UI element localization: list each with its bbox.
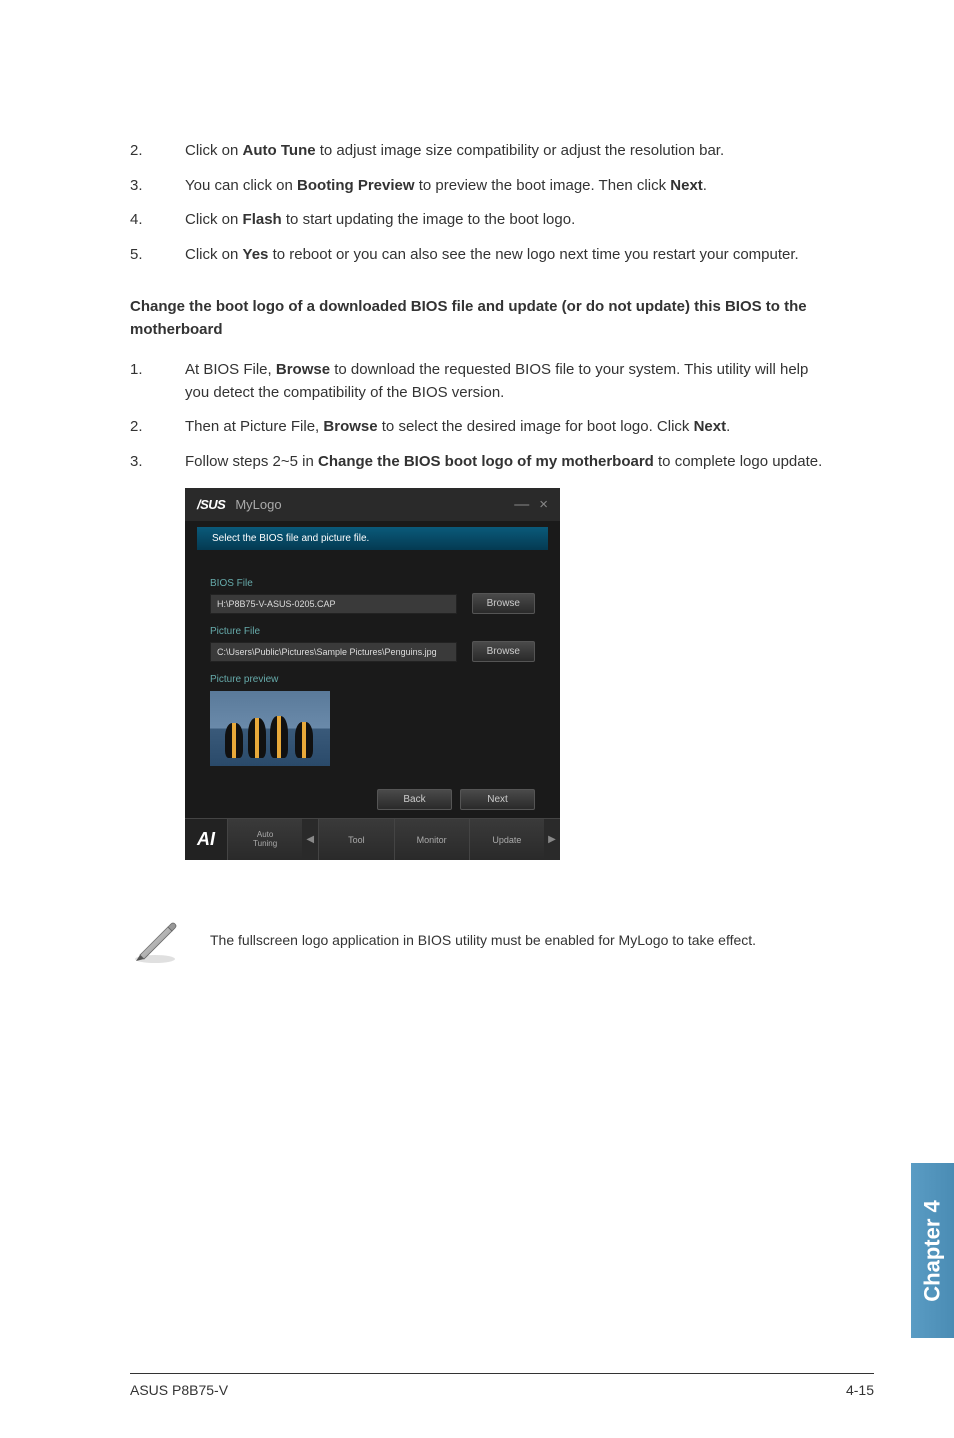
subheader: Select the BIOS file and picture file. xyxy=(197,527,548,550)
chapter-tab: Chapter 4 xyxy=(911,1163,954,1338)
pencil-icon xyxy=(130,915,180,965)
bios-file-label: BIOS File xyxy=(210,578,535,589)
section-heading: Change the boot logo of a downloaded BIO… xyxy=(130,296,836,341)
picture-preview xyxy=(210,691,330,766)
list-item: 3.You can click on Booting Preview to pr… xyxy=(130,175,836,198)
bios-browse-button[interactable]: Browse xyxy=(472,593,535,614)
close-icon[interactable]: × xyxy=(539,496,548,513)
footer-model: ASUS P8B75-V xyxy=(130,1382,228,1398)
bios-file-input[interactable]: H:\P8B75-V-ASUS-0205.CAP xyxy=(210,594,457,614)
arrow-right-icon[interactable]: ▶ xyxy=(544,819,560,860)
picture-file-input[interactable]: C:\Users\Public\Pictures\Sample Pictures… xyxy=(210,642,457,662)
list-item: 5.Click on Yes to reboot or you can also… xyxy=(130,244,836,267)
asus-logo: /SUS xyxy=(197,497,225,512)
note-box: The fullscreen logo application in BIOS … xyxy=(130,915,836,965)
picture-preview-label: Picture preview xyxy=(210,674,535,685)
note-text: The fullscreen logo application in BIOS … xyxy=(210,932,756,948)
ai-logo: AI xyxy=(185,819,227,860)
mylogo-screenshot: /SUS MyLogo — × Select the BIOS file and… xyxy=(185,488,560,860)
picture-browse-button[interactable]: Browse xyxy=(472,641,535,662)
footer-page-number: 4-15 xyxy=(846,1382,874,1398)
window-title: MyLogo xyxy=(235,497,514,512)
list-item: 3.Follow steps 2~5 in Change the BIOS bo… xyxy=(130,451,836,474)
numbered-list-1: 2.Click on Auto Tune to adjust image siz… xyxy=(130,140,836,266)
list-item: 1.At BIOS File, Browse to download the r… xyxy=(130,359,836,404)
window-titlebar: /SUS MyLogo — × xyxy=(185,488,560,521)
list-item: 4.Click on Flash to start updating the i… xyxy=(130,209,836,232)
tab-auto-tuning[interactable]: Auto Tuning xyxy=(227,819,302,860)
picture-file-label: Picture File xyxy=(210,626,535,637)
back-button[interactable]: Back xyxy=(377,789,452,810)
numbered-list-2: 1.At BIOS File, Browse to download the r… xyxy=(130,359,836,473)
list-item: 2.Then at Picture File, Browse to select… xyxy=(130,416,836,439)
tab-update[interactable]: Update xyxy=(469,819,544,860)
page-footer: ASUS P8B75-V 4-15 xyxy=(130,1373,874,1398)
minimize-icon[interactable]: — xyxy=(514,496,529,513)
next-button[interactable]: Next xyxy=(460,789,535,810)
tab-monitor[interactable]: Monitor xyxy=(394,819,469,860)
list-item: 2.Click on Auto Tune to adjust image siz… xyxy=(130,140,836,163)
arrow-left-icon[interactable]: ◀ xyxy=(302,819,318,860)
tab-tool[interactable]: Tool xyxy=(318,819,393,860)
